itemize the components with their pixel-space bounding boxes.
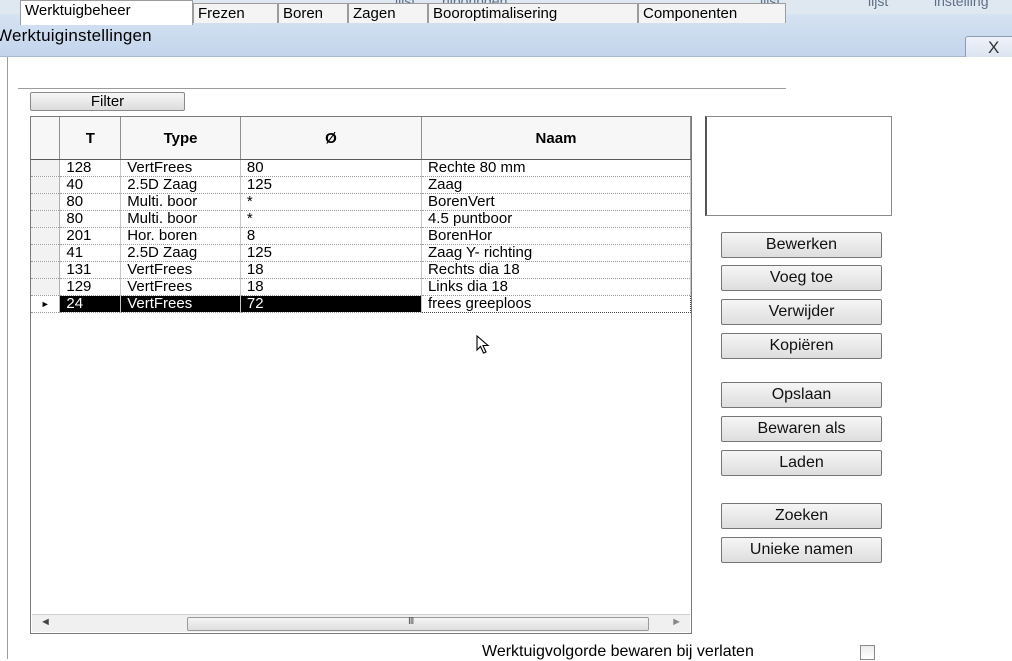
- cell-diameter[interactable]: 8: [240, 227, 422, 245]
- cell-type[interactable]: 2.5D Zaag: [120, 244, 241, 262]
- cell-diameter[interactable]: 18: [240, 278, 422, 296]
- cell-type[interactable]: VertFrees: [120, 278, 241, 296]
- cell-diameter[interactable]: 125: [240, 244, 422, 262]
- tab-boren[interactable]: Boren: [278, 3, 348, 23]
- background-menu-item: lijst: [868, 0, 889, 9]
- opslaan-button[interactable]: Opslaan: [721, 382, 882, 408]
- cell-t[interactable]: 41: [59, 244, 122, 262]
- cell-type[interactable]: 2.5D Zaag: [120, 176, 241, 194]
- table-header-row: T Type Ø Naam: [31, 117, 692, 160]
- scrollbar-thumb[interactable]: III: [187, 616, 649, 631]
- column-header-t[interactable]: T: [59, 117, 122, 160]
- tool-order-checkbox[interactable]: [860, 645, 875, 660]
- cell-naam[interactable]: Zaag: [421, 176, 692, 194]
- column-header-naam[interactable]: Naam: [421, 117, 692, 160]
- row-selector[interactable]: [31, 210, 61, 228]
- cell-diameter[interactable]: 80: [240, 159, 422, 177]
- verwijder-button[interactable]: Verwijder: [721, 299, 882, 325]
- window-title: Werktuiginstellingen: [0, 26, 152, 45]
- cell-t[interactable]: 80: [59, 210, 122, 228]
- voeg-toe-button[interactable]: Voeg toe: [721, 265, 882, 291]
- cell-diameter[interactable]: 18: [240, 261, 422, 279]
- table-row-selected[interactable]: ► 24 VertFrees 72 frees greeploos: [31, 295, 692, 313]
- row-header-corner: [31, 117, 61, 160]
- laden-button[interactable]: Laden: [721, 450, 882, 476]
- cell-t[interactable]: 201: [59, 227, 122, 245]
- row-selector[interactable]: [31, 244, 61, 262]
- table-row[interactable]: 80 Multi. boor * 4.5 puntboor: [31, 210, 692, 228]
- cell-t[interactable]: 24: [59, 295, 122, 313]
- cell-type[interactable]: Hor. boren: [120, 227, 241, 245]
- table-row[interactable]: 80 Multi. boor * BorenVert: [31, 193, 692, 211]
- cell-type[interactable]: VertFrees: [120, 159, 241, 177]
- cell-diameter[interactable]: 125: [240, 176, 422, 194]
- unieke-namen-button[interactable]: Unieke namen: [721, 537, 882, 563]
- horizontal-scrollbar[interactable]: ◄ III ►: [32, 614, 690, 632]
- tab-strip-line: [18, 88, 786, 89]
- cell-naam[interactable]: frees greeploos: [420, 295, 692, 313]
- kopieren-button[interactable]: Kopiëren: [721, 333, 882, 359]
- table-row[interactable]: 128 VertFrees 80 Rechte 80 mm: [31, 159, 692, 177]
- row-selector[interactable]: [31, 159, 61, 177]
- row-selector[interactable]: [31, 261, 61, 279]
- scroll-right-icon[interactable]: ►: [671, 616, 682, 628]
- cell-type[interactable]: VertFrees: [120, 261, 241, 279]
- cell-type[interactable]: VertFrees: [120, 295, 241, 313]
- scrollbar-grip: III: [408, 616, 414, 627]
- tab-booroptimalisering[interactable]: Booroptimalisering: [428, 3, 638, 23]
- cell-diameter[interactable]: *: [240, 193, 422, 211]
- row-selector[interactable]: [31, 176, 61, 194]
- tool-order-label: Werktuigvolgorde bewaren bij verlaten: [482, 643, 754, 660]
- column-header-diameter[interactable]: Ø: [240, 117, 422, 160]
- cell-type[interactable]: Multi. boor: [120, 210, 241, 228]
- cell-naam[interactable]: Rechts dia 18: [421, 261, 692, 279]
- mouse-cursor-icon: [476, 335, 490, 354]
- bewaren-als-button[interactable]: Bewaren als: [721, 416, 882, 442]
- cell-type[interactable]: Multi. boor: [120, 193, 241, 211]
- row-selector[interactable]: [31, 193, 61, 211]
- cell-naam[interactable]: Rechte 80 mm: [421, 159, 692, 177]
- tool-preview: [705, 116, 892, 216]
- table-row[interactable]: 40 2.5D Zaag 125 Zaag: [31, 176, 692, 194]
- zoeken-button[interactable]: Zoeken: [721, 503, 882, 529]
- cell-naam[interactable]: Zaag Y- richting: [421, 244, 692, 262]
- table-row[interactable]: 129 VertFrees 18 Links dia 18: [31, 278, 692, 296]
- row-pointer-icon[interactable]: ►: [31, 295, 61, 313]
- cell-naam[interactable]: 4.5 puntboor: [421, 210, 692, 228]
- table-row[interactable]: 201 Hor. boren 8 BorenHor: [31, 227, 692, 245]
- tab-werktuigbeheer[interactable]: Werktuigbeheer: [20, 0, 193, 25]
- tab-frezen[interactable]: Frezen: [193, 3, 278, 23]
- tool-table: T Type Ø Naam 128 VertFrees 80 Rechte 80…: [31, 117, 692, 313]
- table-row[interactable]: 131 VertFrees 18 Rechts dia 18: [31, 261, 692, 279]
- scroll-left-icon[interactable]: ◄: [40, 616, 51, 628]
- cell-t[interactable]: 128: [59, 159, 122, 177]
- filter-button[interactable]: Filter: [30, 92, 185, 111]
- cell-t[interactable]: 129: [59, 278, 122, 296]
- cell-t[interactable]: 131: [59, 261, 122, 279]
- column-header-type[interactable]: Type: [120, 117, 241, 160]
- background-menu-item: instelling: [934, 0, 989, 9]
- row-selector[interactable]: [31, 278, 61, 296]
- cell-diameter[interactable]: 72: [240, 295, 422, 313]
- cell-diameter[interactable]: *: [240, 210, 422, 228]
- table-row[interactable]: 41 2.5D Zaag 125 Zaag Y- richting: [31, 244, 692, 262]
- cell-naam[interactable]: BorenVert: [421, 193, 692, 211]
- tab-componenten[interactable]: Componenten: [638, 3, 786, 23]
- cell-t[interactable]: 40: [59, 176, 122, 194]
- cell-t[interactable]: 80: [59, 193, 122, 211]
- cell-naam[interactable]: BorenHor: [421, 227, 692, 245]
- cell-naam[interactable]: Links dia 18: [421, 278, 692, 296]
- row-selector[interactable]: [31, 227, 61, 245]
- tool-grid[interactable]: T Type Ø Naam 128 VertFrees 80 Rechte 80…: [30, 116, 692, 634]
- tab-zagen[interactable]: Zagen: [348, 3, 428, 23]
- bewerken-button[interactable]: Bewerken: [721, 232, 882, 258]
- close-icon: X: [988, 38, 1000, 57]
